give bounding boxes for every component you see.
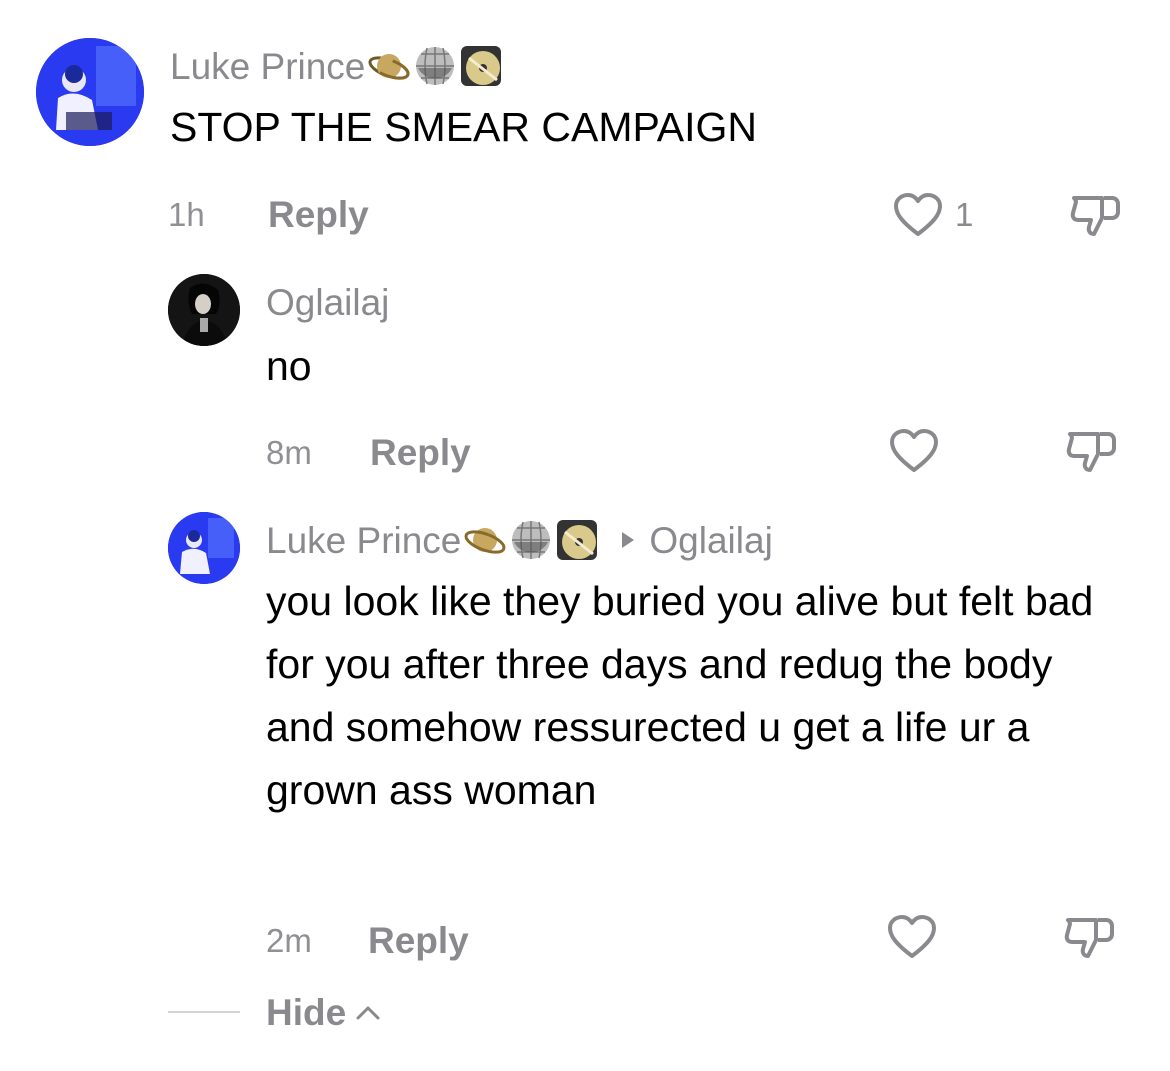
avatar[interactable]	[36, 38, 144, 146]
like-count: 1	[955, 196, 974, 233]
avatar[interactable]	[168, 512, 240, 584]
thumbs-down-icon	[1064, 918, 1114, 958]
comment-text: you look like they buried you alive but …	[266, 578, 1094, 813]
dislike-button[interactable]	[1064, 426, 1120, 476]
comment-text: STOP THE SMEAR CAMPAIGN	[170, 104, 758, 150]
heart-icon	[890, 429, 938, 472]
thumbs-down-icon	[1066, 432, 1116, 472]
username[interactable]: Luke Prince	[170, 48, 365, 85]
dislike-button[interactable]	[1068, 190, 1124, 240]
disco-ball-icon	[512, 521, 551, 559]
avatar-photo	[168, 512, 240, 584]
divider	[168, 1011, 240, 1013]
reply-button[interactable]: Reply	[370, 432, 471, 474]
username[interactable]: Oglailaj	[266, 284, 389, 321]
heart-icon	[888, 915, 936, 958]
dvd-icon	[557, 520, 598, 560]
reply-arrow-icon	[622, 532, 635, 548]
disco-ball-icon	[416, 47, 455, 85]
avatar-photo	[36, 38, 144, 146]
dislike-button[interactable]	[1062, 912, 1118, 962]
username[interactable]: Luke Prince	[266, 522, 461, 559]
ringed-planet-icon	[368, 54, 410, 80]
like-button[interactable]	[892, 192, 944, 238]
comment-header: Luke Prince Oglailaj	[266, 518, 773, 562]
comment-time: 2m	[266, 922, 312, 959]
reply-button[interactable]: Reply	[368, 920, 469, 962]
hide-label: Hide	[266, 992, 347, 1033]
reply-to-username[interactable]: Oglailaj	[649, 522, 772, 559]
reply-button[interactable]: Reply	[268, 194, 369, 236]
like-button[interactable]	[886, 914, 938, 960]
comment-time: 1h	[168, 196, 205, 233]
like-button[interactable]	[888, 428, 940, 474]
avatar-photo	[168, 274, 240, 346]
thumbs-down-icon	[1070, 196, 1120, 236]
comment-time: 8m	[266, 434, 312, 471]
heart-icon	[894, 193, 942, 236]
chevron-up-icon	[356, 1006, 380, 1020]
avatar[interactable]	[168, 274, 240, 346]
comment-text: no	[266, 343, 312, 389]
comment-header: Luke Prince	[170, 44, 503, 88]
hide-replies-button[interactable]: Hide	[266, 992, 382, 1034]
dvd-icon	[461, 46, 502, 86]
ringed-planet-icon	[464, 528, 506, 554]
badges	[463, 518, 599, 562]
badges	[367, 44, 503, 88]
